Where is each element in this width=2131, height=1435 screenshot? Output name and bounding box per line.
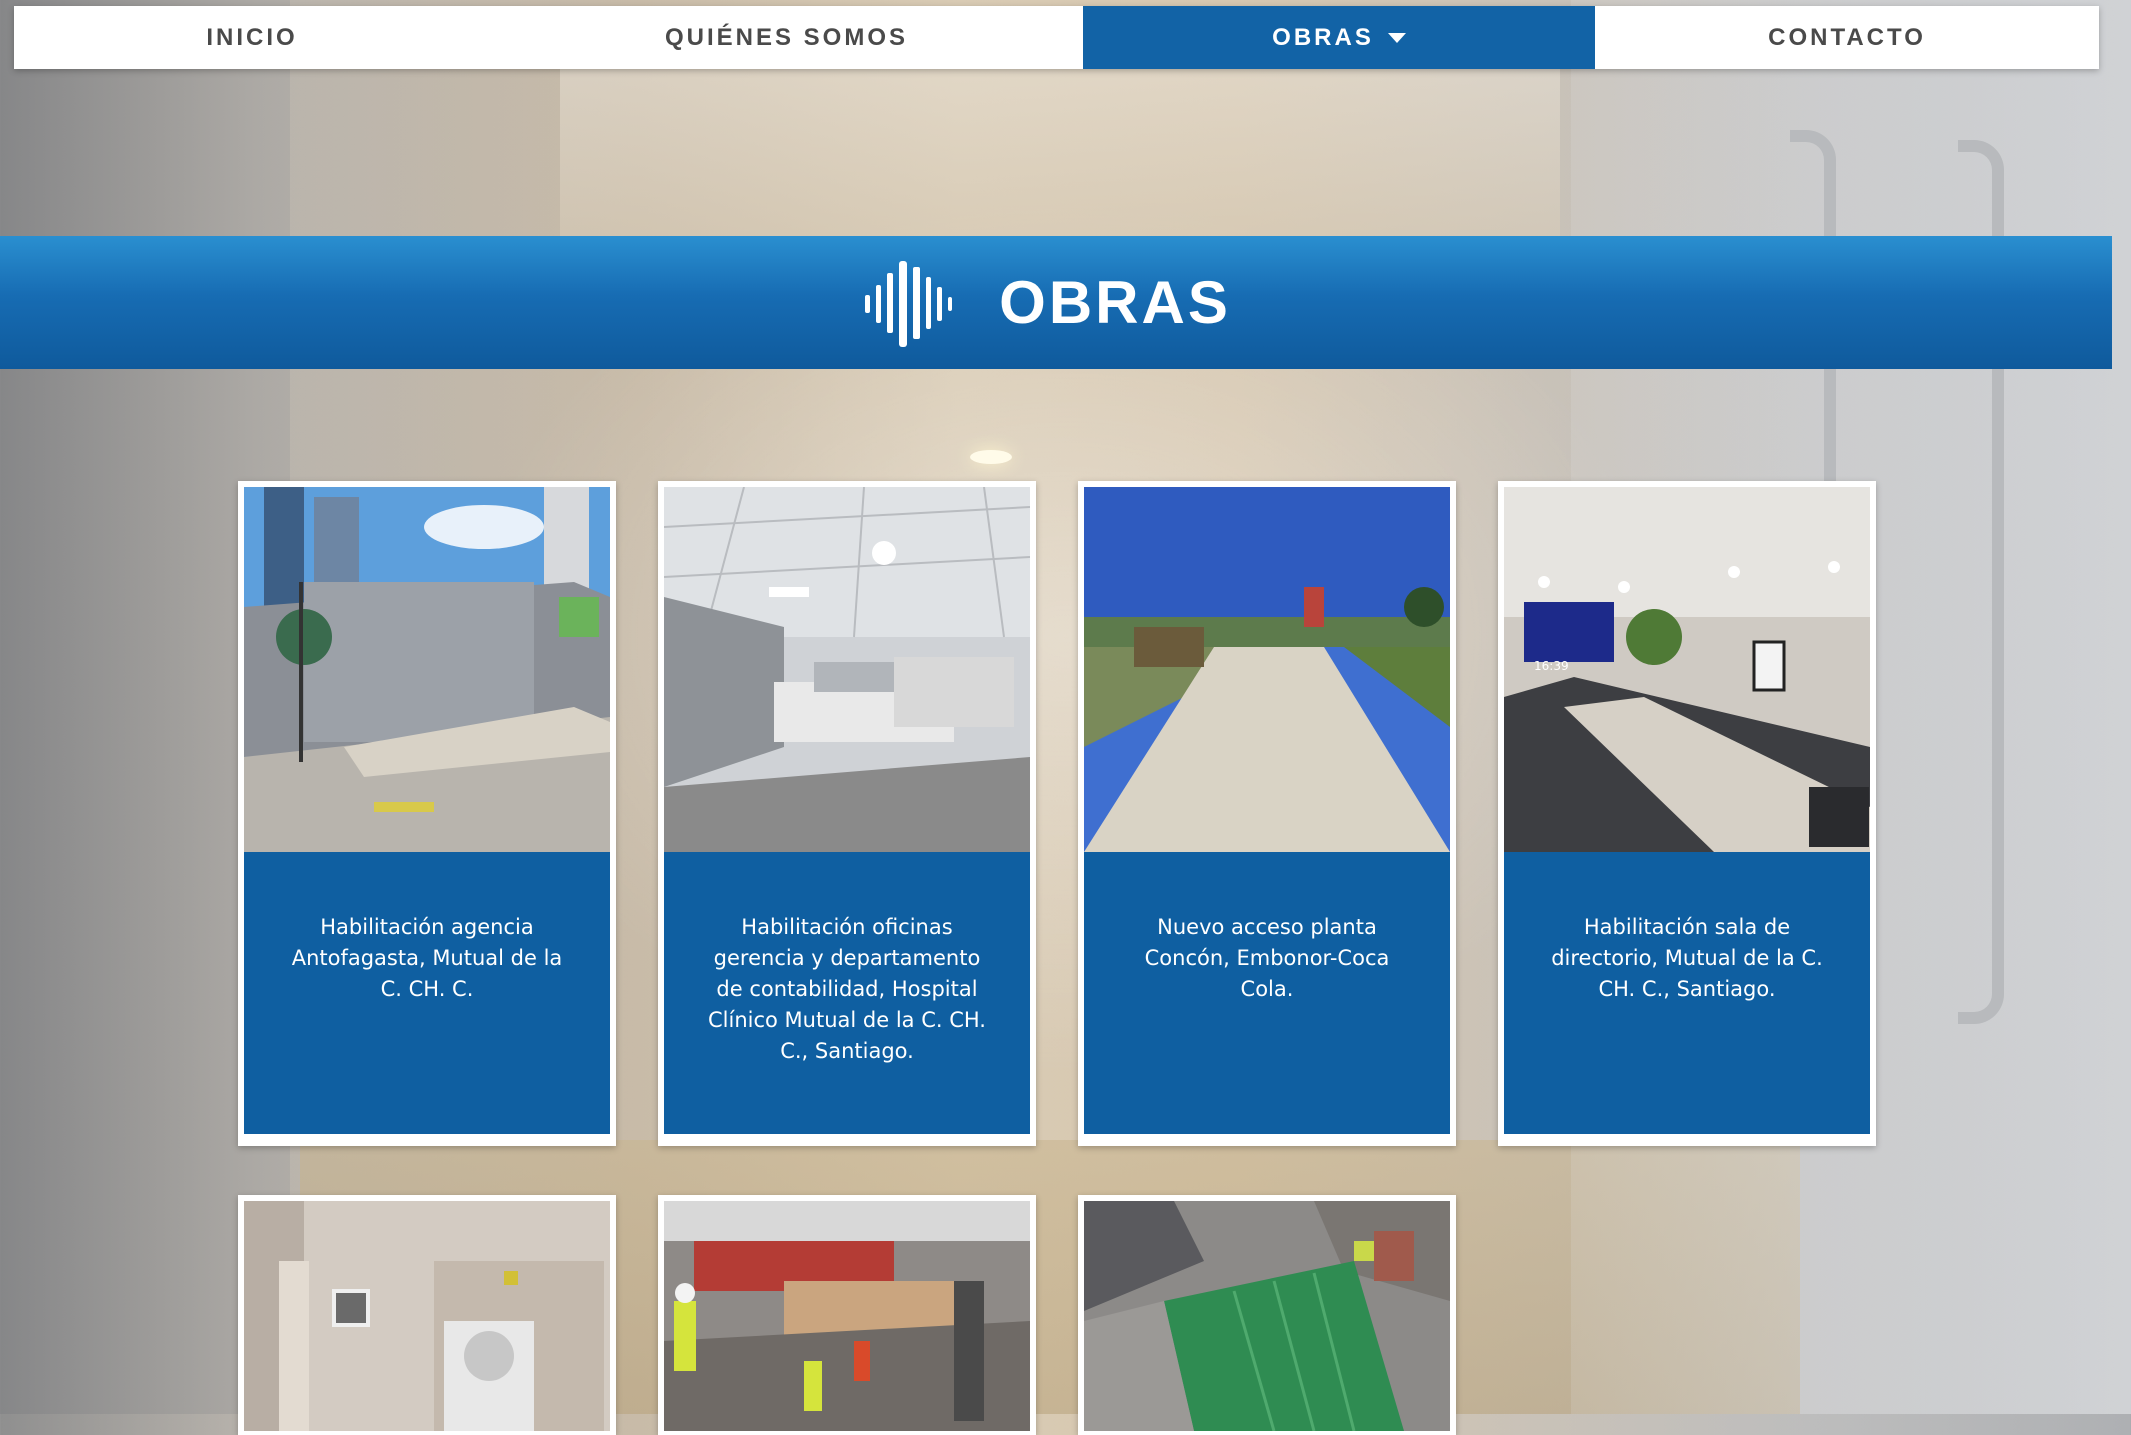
- project-card[interactable]: [658, 1195, 1036, 1435]
- section-banner: OBRAS: [0, 236, 2112, 369]
- project-photo: [664, 1201, 1030, 1431]
- project-card[interactable]: Nuevo acceso planta Concón, Embonor-Coca…: [1078, 481, 1456, 1146]
- project-photo: [1084, 1201, 1450, 1431]
- project-photo: [244, 1201, 610, 1431]
- project-card[interactable]: [1078, 1195, 1456, 1435]
- project-caption: Habilitación agencia Antofagasta, Mutual…: [244, 852, 610, 1134]
- background-ceiling: [560, 60, 1560, 240]
- ceiling-lamp: [970, 450, 1012, 464]
- project-caption: Habilitación oficinas gerencia y departa…: [664, 852, 1030, 1134]
- nav-item-inicio[interactable]: INICIO: [14, 6, 490, 69]
- project-card[interactable]: Habilitación agencia Antofagasta, Mutual…: [238, 481, 616, 1146]
- project-caption: Habilitación sala de directorio, Mutual …: [1504, 852, 1870, 1134]
- project-photo: [664, 487, 1030, 852]
- caret-down-icon: [1387, 32, 1406, 43]
- page-title: OBRAS: [999, 269, 1231, 336]
- nav-item-obras-label: OBRAS: [1272, 23, 1374, 51]
- nav-item-obras[interactable]: OBRAS: [1083, 6, 1595, 69]
- main-nav: INICIO QUIÉNES SOMOS OBRAS CONTACTO: [14, 6, 2099, 69]
- project-card[interactable]: 16:39 Habilitación sala de directorio, M…: [1498, 481, 1876, 1146]
- nav-item-quienes-somos[interactable]: QUIÉNES SOMOS: [490, 6, 1083, 69]
- project-caption: Nuevo acceso planta Concón, Embonor-Coca…: [1084, 852, 1450, 1134]
- project-card[interactable]: Habilitación oficinas gerencia y departa…: [658, 481, 1036, 1146]
- project-photo: [244, 487, 610, 852]
- project-card[interactable]: [238, 1195, 616, 1435]
- conference-screen-time: 16:39: [1534, 659, 1569, 673]
- project-photo: [1084, 487, 1450, 852]
- nav-item-contacto[interactable]: CONTACTO: [1595, 6, 2099, 69]
- sound-bars-logo-icon: [865, 260, 953, 347]
- project-photo: 16:39: [1504, 487, 1870, 852]
